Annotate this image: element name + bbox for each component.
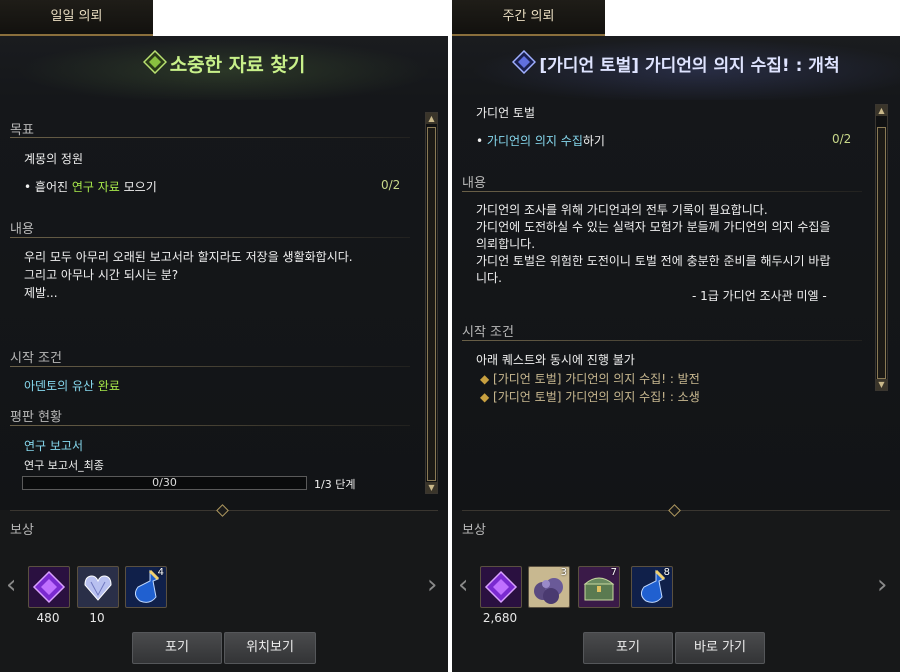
quest-title: [가디언 토벌] 가디언의 의지 수집! : 개척 xyxy=(452,49,900,79)
content-line: 우리 모두 아무리 오래된 보고서라 할지라도 저장을 생활화합시다. xyxy=(24,250,353,264)
reward-slot[interactable]: 7 xyxy=(578,566,620,608)
scroll-up-arrow-icon[interactable]: ▲ xyxy=(876,105,887,116)
reward-slot[interactable] xyxy=(480,566,522,608)
purple-gem-icon xyxy=(29,570,69,607)
give-up-button[interactable]: 포기 xyxy=(132,632,222,664)
potion-icon xyxy=(632,569,672,607)
content-divider xyxy=(462,191,862,192)
scroll-thumb[interactable] xyxy=(427,127,436,481)
goal-item: • 흩어진 연구 자료 모으기 xyxy=(24,178,157,195)
scroll-up-arrow-icon[interactable]: ▲ xyxy=(426,113,437,124)
give-up-button[interactable]: 포기 xyxy=(583,632,673,664)
start-note: 아래 퀘스트와 동시에 진행 불가 xyxy=(476,353,635,367)
goal-count: 0/2 xyxy=(381,178,401,192)
reward-next-arrow-icon[interactable]: › xyxy=(877,570,887,600)
scroll-down-arrow-icon[interactable]: ▼ xyxy=(426,482,437,493)
purple-gem-icon xyxy=(481,570,521,607)
start-divider xyxy=(10,366,410,367)
content-line: 니다. xyxy=(476,271,502,285)
reputation-header: 평판 현황 xyxy=(10,410,62,425)
reward-qty: 10 xyxy=(89,611,105,625)
diamond-heart-icon xyxy=(78,575,118,607)
goal-item-pre: 흩어진 xyxy=(34,180,72,194)
start-condition-item-label: [가디언 토벌] 가디언의 의지 수집! : 발전 xyxy=(493,372,700,386)
content-line: 제발... xyxy=(24,286,58,300)
view-location-button[interactable]: 위치보기 xyxy=(224,632,316,664)
scroll-thumb[interactable] xyxy=(877,127,886,379)
content-line: 그리고 아무나 시간 되시는 분? xyxy=(24,268,179,282)
goal-count: 0/2 xyxy=(832,132,852,146)
reward-qty: 480 xyxy=(36,611,60,625)
ore-pile-icon xyxy=(529,578,569,607)
start-condition: 아덴토의 유산 완료 xyxy=(24,377,120,394)
reward-prev-arrow-icon[interactable]: ‹ xyxy=(6,570,16,600)
content-line: 가디언에 도전하실 수 있는 실력자 모험가 분들께 가디언의 의지 수집을 xyxy=(476,220,831,234)
start-condition-quest: 아덴토의 유산 xyxy=(24,379,95,393)
scroll-down-arrow-icon[interactable]: ▼ xyxy=(876,379,887,390)
reward-badge: 7 xyxy=(610,567,617,578)
reward-slot[interactable]: 3 xyxy=(528,566,570,608)
reward-next-arrow-icon[interactable]: › xyxy=(427,570,437,600)
reward-slot[interactable] xyxy=(77,566,119,608)
goal-header: 목표 xyxy=(10,123,34,138)
goal-item: • 가디언의 의지 수집하기 xyxy=(476,132,605,149)
start-divider xyxy=(462,340,862,341)
content-line: 의뢰합니다. xyxy=(476,237,536,251)
start-condition-header: 시작 조건 xyxy=(462,325,514,340)
goal-name: 가디언 토벌 xyxy=(476,106,536,120)
content-line: 가디언 토벌은 위험한 도전이니 토벌 전에 충분한 준비를 해두시기 바랍 xyxy=(476,254,831,268)
tab-daily-quest[interactable]: 일일 의뢰 xyxy=(0,0,153,36)
progress-label: 0/30 xyxy=(152,476,177,489)
content-divider xyxy=(10,237,410,238)
start-condition-item[interactable]: ◆ [가디언 토벌] 가디언의 의지 수집! : 발전 xyxy=(480,370,700,387)
go-now-button[interactable]: 바로 가기 xyxy=(675,632,765,664)
reward-slot[interactable] xyxy=(28,566,70,608)
quest-title-text: [가디언 토벌] 가디언의 의지 수집! : 개척 xyxy=(539,56,840,76)
bullet-diamond-icon: ◆ xyxy=(480,372,494,386)
bullet-diamond-icon: ◆ xyxy=(480,390,494,404)
reputation-stage: 1/3 단계 xyxy=(314,478,356,491)
goal-divider xyxy=(10,137,410,138)
daily-quest-panel: 일일 의뢰 소중한 자료 찾기 목표 계몽의 정원 • 흩어진 연구 자료 모으… xyxy=(0,0,448,672)
quest-title-text: 소중한 자료 찾기 xyxy=(169,54,306,76)
quest-emblem-icon xyxy=(142,49,167,79)
bullet: • xyxy=(24,180,35,194)
goal-item-post: 모으기 xyxy=(119,180,157,194)
potion-icon xyxy=(126,569,166,607)
reputation-subtitle: 연구 보고서_최종 xyxy=(24,459,104,472)
reward-qty: 2,680 xyxy=(482,611,518,625)
reward-badge: 4 xyxy=(157,567,164,578)
reward-prev-arrow-icon[interactable]: ‹ xyxy=(458,570,468,600)
reward-slot[interactable]: 8 xyxy=(631,566,673,608)
reward-header: 보상 xyxy=(462,523,486,538)
reward-header: 보상 xyxy=(10,523,34,538)
quest-signature: - 1급 가디언 조사관 미엘 - xyxy=(692,289,827,303)
scrollbar[interactable]: ▲ ▼ xyxy=(875,104,888,391)
reward-slot[interactable]: 4 xyxy=(125,566,167,608)
treasure-chest-icon xyxy=(579,577,619,607)
goal-item-highlight: 연구 자료 xyxy=(71,180,120,194)
start-condition-header: 시작 조건 xyxy=(10,351,62,366)
quest-emblem-icon xyxy=(512,49,537,79)
quest-title: 소중한 자료 찾기 xyxy=(0,49,448,79)
goal-item-highlight: 가디언의 의지 수집 xyxy=(486,134,583,148)
start-condition-item[interactable]: ◆ [가디언 토벌] 가디언의 의지 수집! : 소생 xyxy=(480,388,700,405)
start-condition-status: 완료 xyxy=(94,379,120,393)
content-header: 내용 xyxy=(462,176,486,191)
content-header: 내용 xyxy=(10,222,34,237)
goal-item-post: 하기 xyxy=(582,134,605,148)
goal-name: 계몽의 정원 xyxy=(24,152,84,166)
bullet: • xyxy=(476,134,487,148)
content-line: 가디언의 조사를 위해 가디언과의 전투 기록이 필요합니다. xyxy=(476,203,768,217)
scrollbar[interactable]: ▲ ▼ xyxy=(425,112,438,494)
reputation-title: 연구 보고서 xyxy=(24,439,84,453)
tab-weekly-quest[interactable]: 주간 의뢰 xyxy=(452,0,605,36)
reward-badge: 8 xyxy=(663,567,670,578)
start-condition-item-label: [가디언 토벌] 가디언의 의지 수집! : 소생 xyxy=(493,390,700,404)
reward-badge: 3 xyxy=(560,567,567,578)
weekly-quest-panel: 주간 의뢰 [가디언 토벌] 가디언의 의지 수집! : 개척 가디언 토벌 •… xyxy=(452,0,900,672)
reputation-progress-bar: 0/30 xyxy=(22,476,307,490)
reputation-divider xyxy=(10,425,410,426)
